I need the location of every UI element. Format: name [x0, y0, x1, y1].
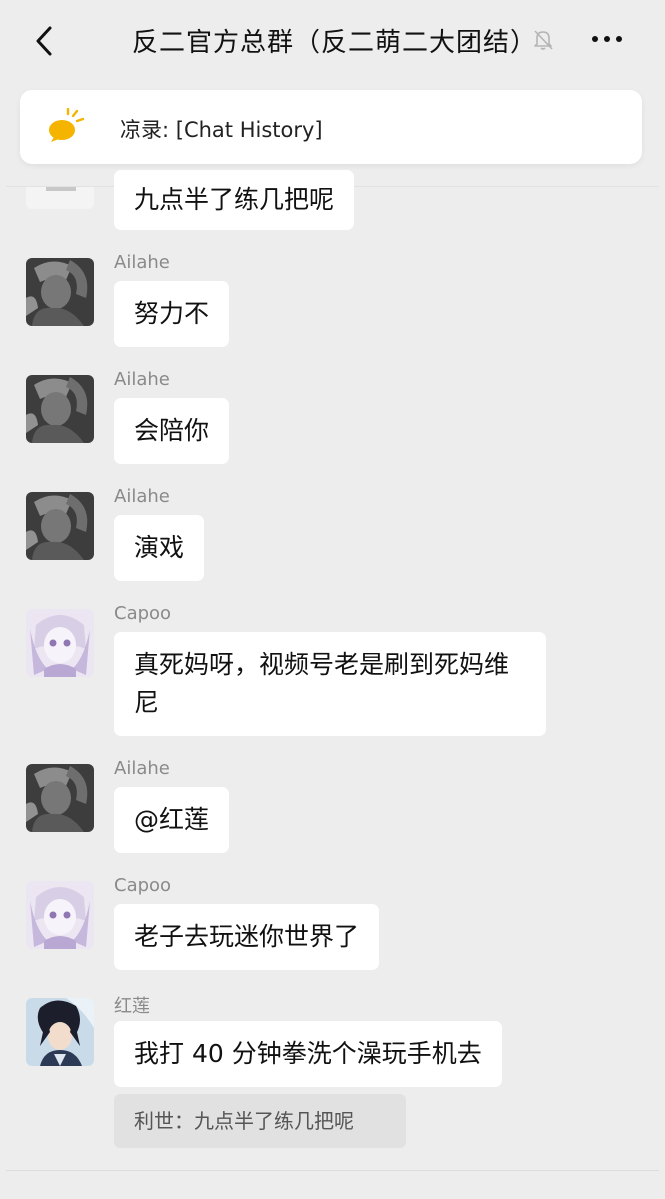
bell-off-icon [532, 28, 554, 52]
sender-name: Ailahe [114, 252, 170, 273]
pinned-text: 凉录: [Chat History] [120, 118, 323, 142]
sender-name: Capoo [114, 603, 172, 624]
message-bubble[interactable]: 我打 40 分钟拳洗个澡玩手机去 [114, 1021, 502, 1087]
avatar[interactable] [26, 375, 94, 443]
avatar[interactable] [26, 998, 94, 1066]
chevron-left-icon[interactable] [30, 24, 58, 58]
sender-name: 红莲 [114, 996, 150, 1017]
sender-name: Ailahe [114, 758, 170, 779]
more-dots-icon[interactable] [592, 36, 622, 42]
sender-name: Capoo [114, 875, 172, 896]
chat-window: 反二官方总群（反二萌二大团结） 凉录: [Chat History] 九点半了练… [6, 0, 659, 1199]
announcement-icon [46, 107, 86, 144]
pinned-message[interactable]: 凉录: [Chat History] [20, 90, 642, 164]
divider [6, 1170, 659, 1171]
message-bubble[interactable]: 会陪你 [114, 398, 230, 464]
sender-name: Ailahe [114, 369, 170, 390]
message-bubble[interactable]: 九点半了练几把呢 [114, 170, 355, 230]
top-bar: 反二官方总群（反二萌二大团结） [6, 0, 659, 82]
avatar[interactable] [26, 187, 94, 209]
message-bubble[interactable]: @红莲 [114, 787, 230, 853]
avatar[interactable] [26, 881, 94, 949]
message-bubble[interactable]: 老子去玩迷你世界了 [114, 904, 380, 970]
quoted-reply[interactable]: 利世：九点半了练几把呢 [114, 1094, 406, 1148]
avatar[interactable] [26, 609, 94, 677]
avatar[interactable] [26, 492, 94, 560]
message-bubble[interactable]: 演戏 [114, 515, 205, 581]
message-bubble[interactable]: 真死妈呀，视频号老是刷到死妈维尼 [114, 632, 546, 736]
avatar[interactable] [26, 764, 94, 832]
message-bubble[interactable]: 努力不 [114, 281, 230, 347]
chat-title: 反二官方总群（反二萌二大团结） [132, 28, 538, 58]
avatar[interactable] [26, 258, 94, 326]
sender-name: Ailahe [114, 486, 170, 507]
